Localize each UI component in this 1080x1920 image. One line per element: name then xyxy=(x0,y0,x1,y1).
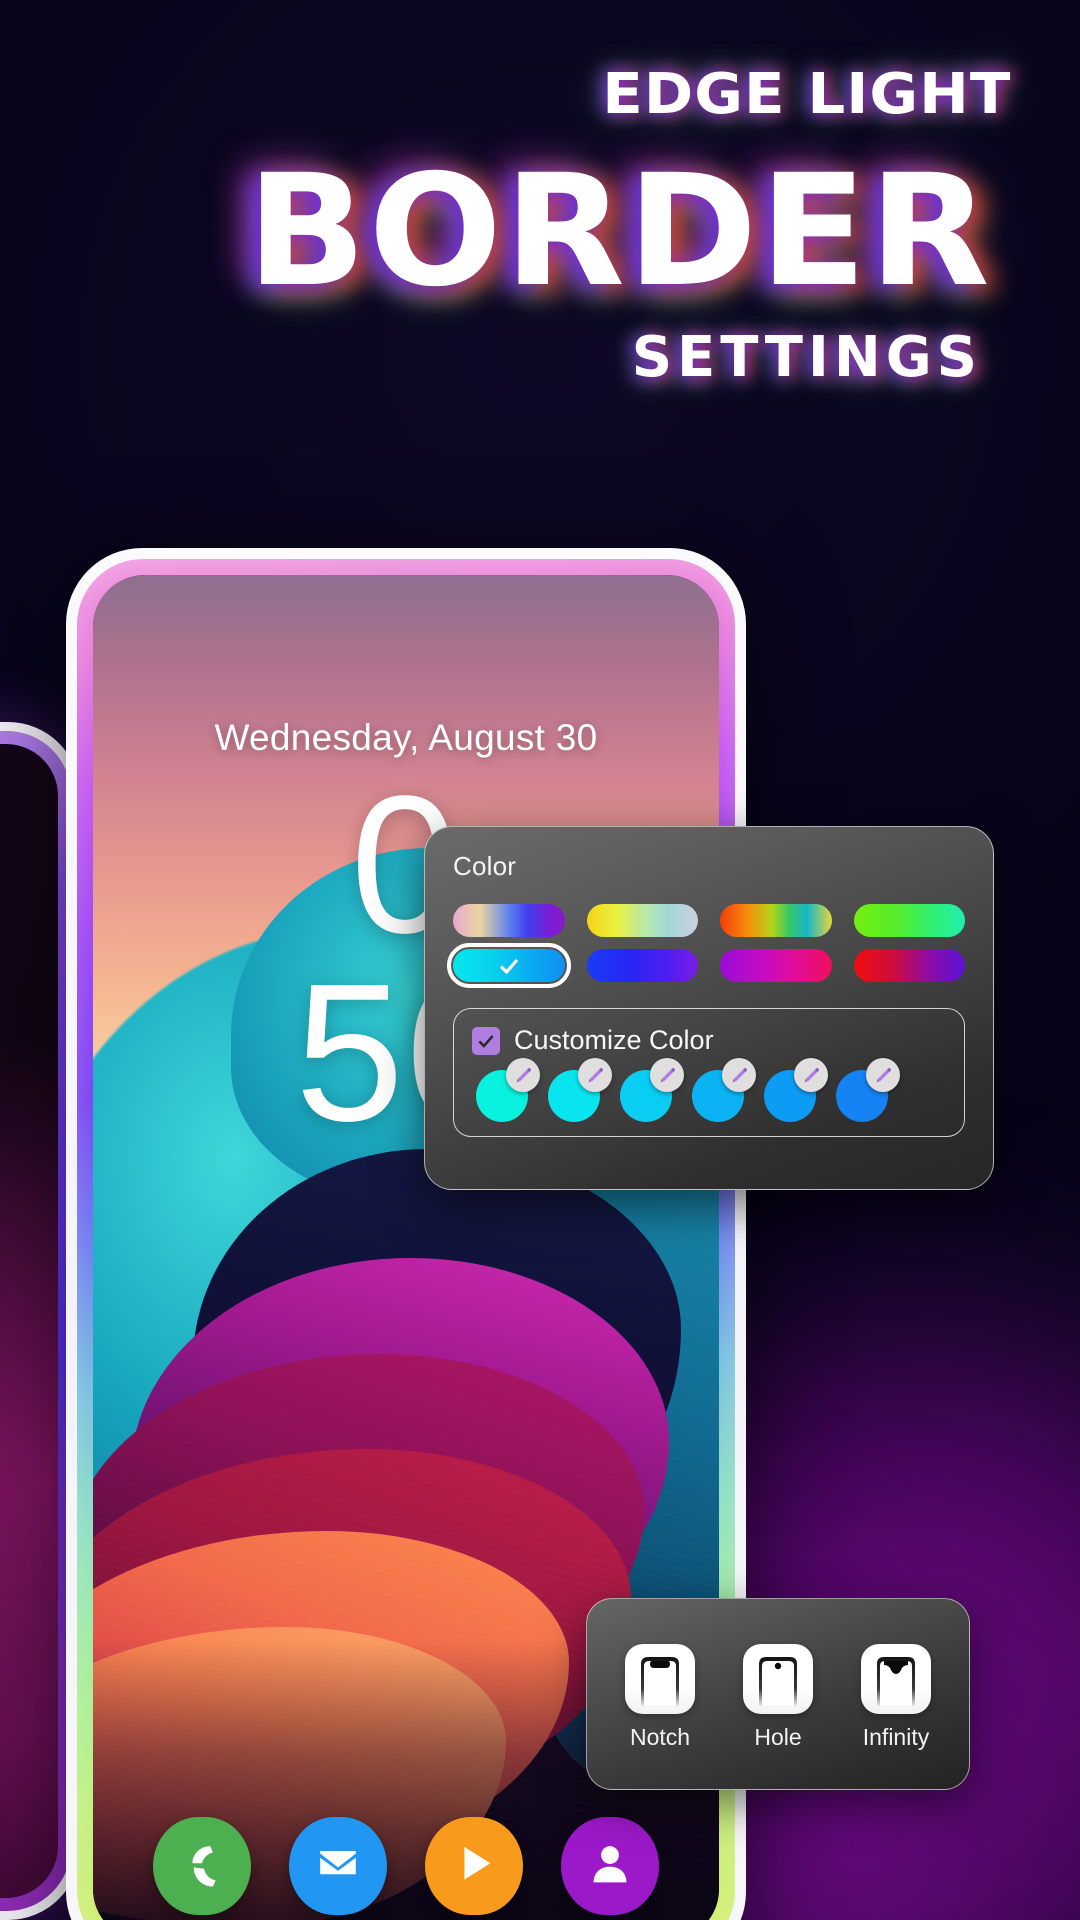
secondary-phone-screen xyxy=(0,744,58,1898)
customize-color-slot-6[interactable] xyxy=(836,1058,900,1122)
phone-icon xyxy=(192,1846,216,1887)
phone-notch-icon xyxy=(625,1643,695,1714)
swatch-3[interactable] xyxy=(720,904,832,937)
notch-option-notch[interactable]: Notch xyxy=(616,1643,704,1751)
hero-title-block: EDGE LIGHT BORDER SETTINGS xyxy=(0,62,1080,390)
swatch-6[interactable] xyxy=(586,949,698,982)
customize-color-slot-3[interactable] xyxy=(620,1058,684,1122)
customize-color-dot-row[interactable] xyxy=(472,1058,946,1122)
edit-color-button[interactable] xyxy=(578,1058,612,1092)
swatch-8[interactable] xyxy=(853,949,965,982)
swatch-5[interactable] xyxy=(447,943,571,988)
phone-infinity-notch-icon xyxy=(861,1643,931,1714)
phone-punchhole-icon xyxy=(743,1643,813,1714)
secondary-phone-edge-light xyxy=(0,731,71,1911)
edit-color-button[interactable] xyxy=(506,1058,540,1092)
swatch-2[interactable] xyxy=(586,904,698,937)
hero-line-edge-light: EDGE LIGHT xyxy=(602,62,1012,127)
edit-color-button[interactable] xyxy=(650,1058,684,1092)
pencil-icon xyxy=(588,1067,603,1082)
phone-app[interactable] xyxy=(153,1817,251,1915)
customize-color-slot-1[interactable] xyxy=(476,1058,540,1122)
email-app[interactable] xyxy=(289,1817,387,1915)
notch-option-hole[interactable]: Hole xyxy=(734,1643,822,1751)
color-section-label: Color xyxy=(453,851,517,881)
color-settings-panel: Color Customize Color xyxy=(424,826,994,1190)
customize-color-slot-2[interactable] xyxy=(548,1058,612,1122)
lockscreen-dock xyxy=(93,1817,719,1915)
edit-color-button[interactable] xyxy=(722,1058,756,1092)
customize-color-slot-4[interactable] xyxy=(692,1058,756,1122)
page-title: BORDER xyxy=(246,142,992,321)
envelope-icon xyxy=(320,1850,356,1875)
hero-line-settings: SETTINGS xyxy=(631,324,982,390)
pencil-icon xyxy=(732,1067,747,1082)
pencil-icon xyxy=(804,1067,819,1082)
play-icon xyxy=(464,1846,491,1880)
customize-color-checkbox[interactable] xyxy=(472,1026,500,1055)
lockscreen-date: Wednesday, August 30 xyxy=(214,717,598,758)
customize-color-box: Customize Color xyxy=(453,1008,965,1137)
contacts-app[interactable] xyxy=(561,1817,659,1915)
swatch-7[interactable] xyxy=(720,949,832,982)
notch-option-hole-label: Hole xyxy=(754,1723,802,1750)
notch-option-infinity-label: Infinity xyxy=(862,1723,930,1750)
check-icon xyxy=(497,954,521,978)
notch-style-panel: Notch Hole Infinity xyxy=(586,1598,970,1790)
swatch-4[interactable] xyxy=(853,904,965,937)
swatch-1[interactable] xyxy=(453,904,565,937)
check-icon xyxy=(478,1034,494,1048)
pencil-icon xyxy=(660,1067,675,1082)
notch-option-notch-label: Notch xyxy=(629,1723,691,1750)
notch-option-infinity[interactable]: Infinity xyxy=(852,1643,940,1751)
edit-color-button[interactable] xyxy=(866,1058,900,1092)
pencil-icon xyxy=(876,1067,891,1082)
customize-color-slot-5[interactable] xyxy=(764,1058,828,1122)
play-app[interactable] xyxy=(425,1817,523,1915)
customize-color-label: Customize Color xyxy=(514,1025,714,1055)
customize-color-header[interactable]: Customize Color xyxy=(472,1025,946,1056)
color-swatch-grid[interactable] xyxy=(447,904,965,988)
edit-color-button[interactable] xyxy=(794,1058,828,1092)
pencil-icon xyxy=(516,1067,531,1082)
person-icon xyxy=(593,1846,627,1883)
